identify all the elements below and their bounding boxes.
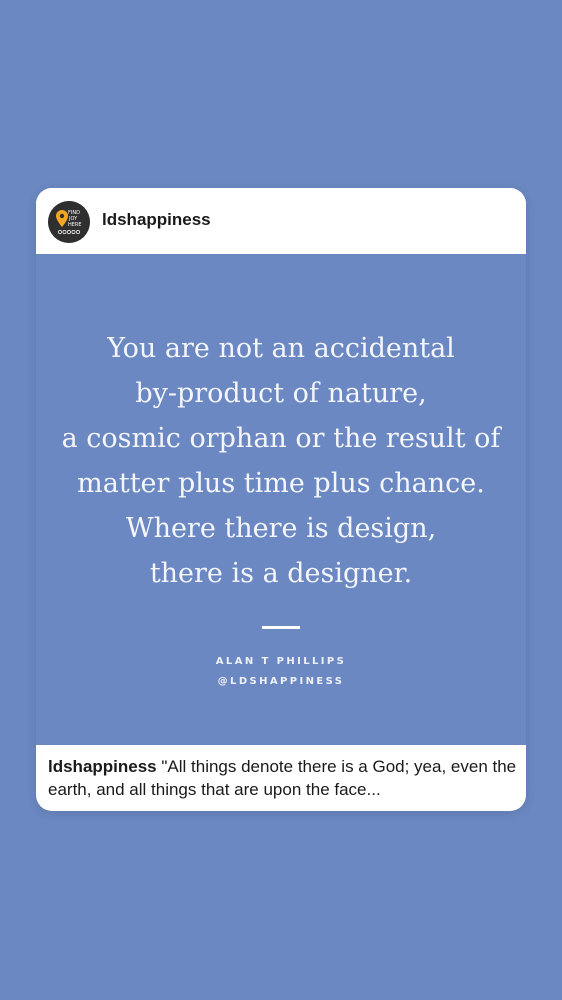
avatar-text-3: HERE [68, 222, 82, 228]
post-header: FIND JOY HERE ldshappiness [36, 188, 526, 254]
post-username[interactable]: ldshappiness [102, 210, 211, 230]
avatar[interactable]: FIND JOY HERE [48, 201, 90, 243]
quote-image[interactable]: You are not an accidental by-product of … [36, 254, 526, 745]
quote-line: there is a designer. [149, 558, 413, 589]
quote-line: matter plus time plus chance. [77, 468, 485, 499]
quote-line: Where there is design, [125, 513, 437, 544]
map-pin-logo-icon: FIND JOY HERE [48, 201, 90, 243]
quote-text: You are not an accidental by-product of … [36, 326, 526, 596]
quote-line: You are not an accidental [107, 333, 455, 364]
caption-username[interactable]: ldshappiness [48, 757, 157, 776]
quote-author: ALAN T PHILLIPS [215, 656, 347, 667]
quote-handle: @LDSHAPPINESS [217, 676, 345, 687]
quote-line: by-product of nature, [135, 378, 427, 409]
quote-line: a cosmic orphan or the result of [61, 423, 501, 454]
shared-post-card[interactable]: FIND JOY HERE ldshappiness You are not a… [36, 188, 526, 811]
divider [262, 626, 300, 629]
post-caption[interactable]: ldshappiness "All things denote there is… [48, 755, 518, 801]
